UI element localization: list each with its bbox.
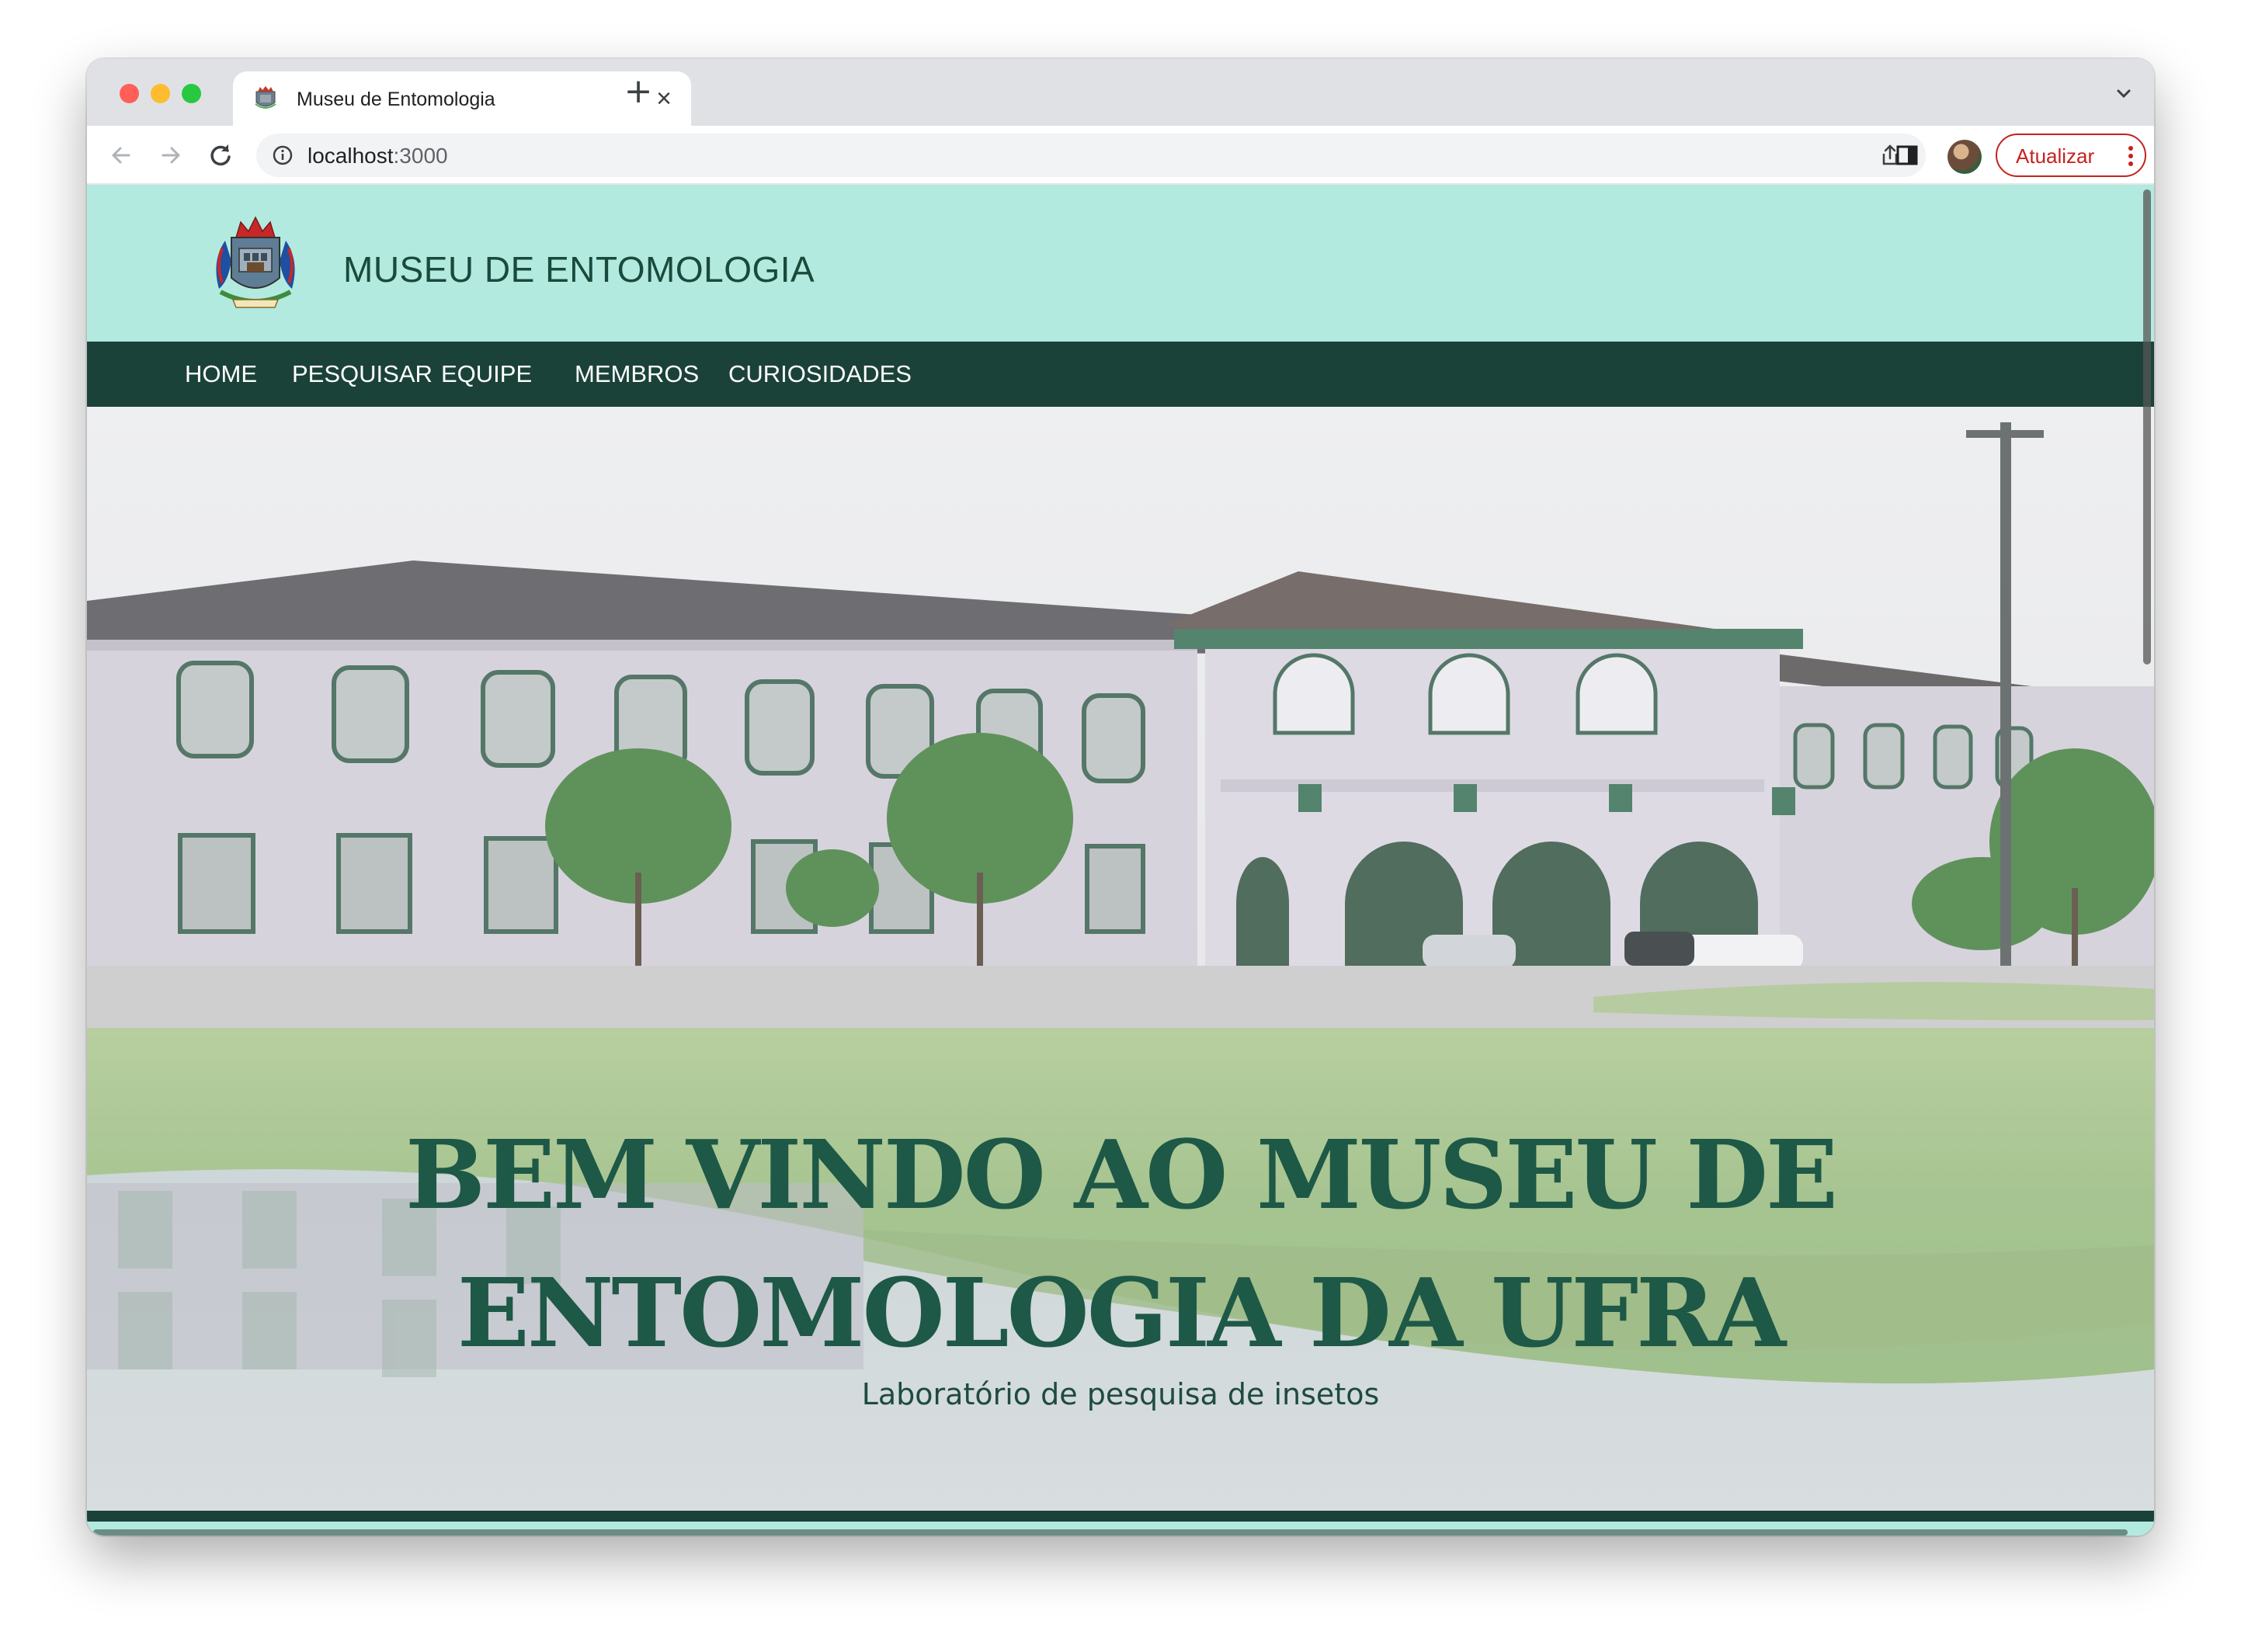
ufra-coat-of-arms-logo[interactable]: [210, 214, 301, 314]
nav-item-curiosidades[interactable]: CURIOSIDADES: [728, 360, 912, 388]
reload-icon[interactable]: [205, 140, 236, 171]
vertical-scrollbar[interactable]: [2143, 189, 2151, 665]
update-button[interactable]: Atualizar: [1996, 134, 2146, 177]
more-vertical-icon: [2128, 146, 2133, 166]
nav-item-membros[interactable]: MEMBROS: [575, 360, 699, 388]
hero-title: BEM VINDO AO MUSEU DE ENTOMOLOGIA DA UFR…: [405, 1119, 1838, 1369]
horizontal-scrollbar[interactable]: [93, 1529, 2128, 1536]
address-bar[interactable]: localhost:3000: [256, 134, 1979, 177]
profile-avatar[interactable]: [1947, 140, 1982, 174]
new-tab-button[interactable]: +: [621, 75, 655, 110]
back-arrow-icon[interactable]: [106, 140, 137, 171]
tab-strip: Museu de Entomologia × +: [87, 59, 2154, 126]
nav-item-equipe[interactable]: EQUIPE: [441, 360, 532, 388]
museum-favicon-icon: [255, 86, 276, 109]
page-viewport: MUSEU DE ENTOMOLOGIA HOME PESQUISAR EQUI…: [87, 185, 2154, 1536]
side-panel-icon[interactable]: [1895, 143, 1920, 168]
browser-window: Museu de Entomologia × + localhost:3000: [87, 59, 2154, 1536]
forward-arrow-icon[interactable]: [155, 140, 186, 171]
maximize-window-button[interactable]: [182, 84, 201, 103]
site-header: MUSEU DE ENTOMOLOGIA: [87, 185, 2154, 342]
chevron-down-icon[interactable]: [2112, 82, 2135, 106]
url-text[interactable]: localhost:3000: [307, 144, 448, 168]
site-info-icon[interactable]: [272, 144, 294, 166]
site-title: MUSEU DE ENTOMOLOGIA: [343, 249, 815, 290]
tab-title: Museu de Entomologia: [297, 88, 495, 110]
browser-toolbar: localhost:3000 Atualizar: [87, 126, 2154, 185]
minimize-window-button[interactable]: [151, 84, 170, 103]
main-navbar: HOME PESQUISAR EQUIPE MEMBROS CURIOSIDAD…: [87, 342, 2154, 407]
hero-section: BEM VINDO AO MUSEU DE ENTOMOLOGIA DA UFR…: [87, 407, 2154, 1511]
nav-item-pesquisar[interactable]: PESQUISAR: [292, 360, 433, 388]
close-window-button[interactable]: [120, 84, 139, 103]
nav-item-home[interactable]: HOME: [185, 360, 257, 388]
hero-subtitle: Laboratório de pesquisa de insetos: [861, 1377, 1380, 1411]
